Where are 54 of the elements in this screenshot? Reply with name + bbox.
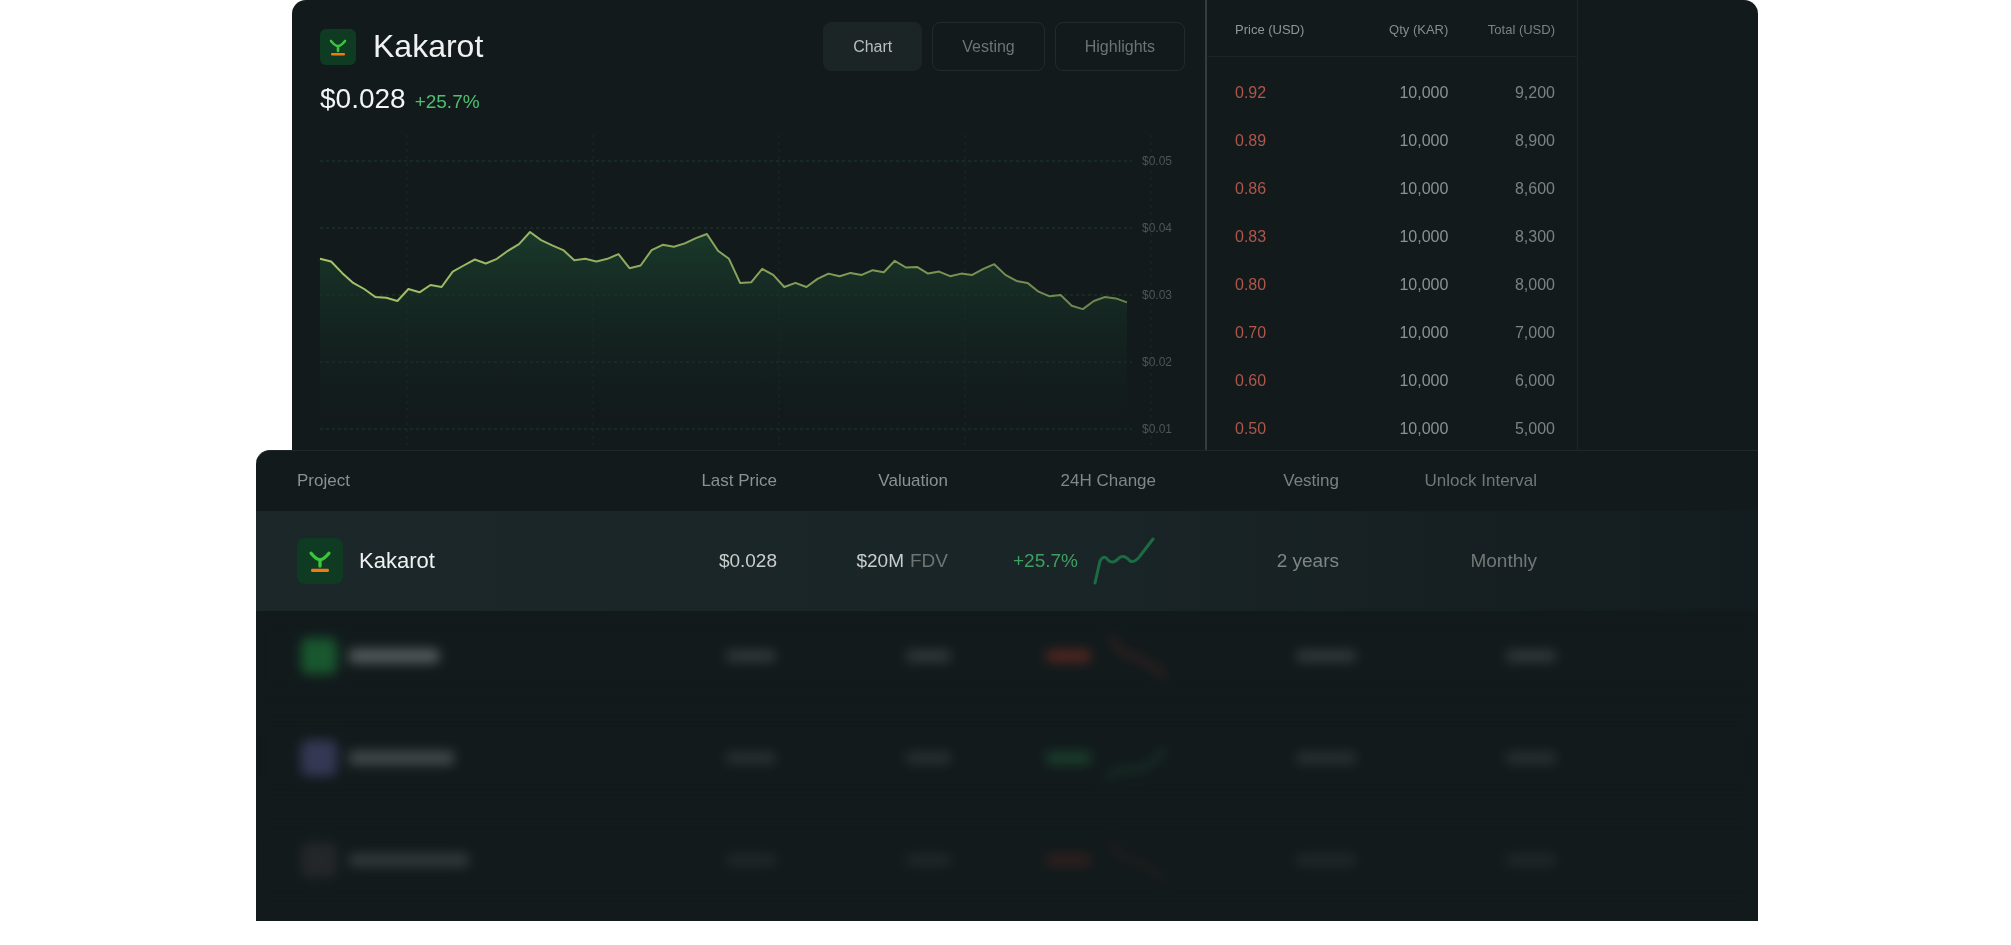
table-cell-text: 0.50 xyxy=(1235,420,1268,438)
axis-label: $0.01 xyxy=(1142,422,1173,436)
table-cell-text: 10,000 xyxy=(1398,132,1449,150)
table-cell-text: 0.92 xyxy=(1235,84,1268,102)
table-cell-text: 0.83 xyxy=(1235,228,1268,246)
table-cell-text: 8,300 xyxy=(1513,228,1555,246)
token-price: $0.028 xyxy=(320,83,406,115)
axis-label: $0.03 xyxy=(1142,288,1173,302)
table-cell-text: 10,000 xyxy=(1398,180,1449,198)
sprout-logo-icon xyxy=(297,538,343,584)
sparkline xyxy=(1092,536,1156,586)
table-cell: +25.7% xyxy=(1013,550,1078,572)
axis-label: $0.04 xyxy=(1142,221,1173,235)
table-cell-text: 7,000 xyxy=(1513,324,1555,342)
table-cell-text: 10,000 xyxy=(1398,228,1449,246)
price-change: +25.7% xyxy=(414,91,480,113)
column-header: Price (USD) xyxy=(1235,21,1306,37)
table-cell-text: 2 years xyxy=(1275,550,1339,572)
table-cell-text: 8,000 xyxy=(1513,276,1555,294)
table-cell-text: 0.80 xyxy=(1235,276,1268,294)
table-cell: FDV xyxy=(910,550,948,572)
table-cell: $20M xyxy=(856,550,904,572)
table-cell-text: 0.86 xyxy=(1235,180,1268,198)
column-header: Project xyxy=(297,471,351,491)
table-cell-text: Monthly xyxy=(1469,550,1537,572)
table-cell-text: 10,000 xyxy=(1398,276,1449,294)
column-header: Valuation xyxy=(877,471,948,491)
table-cell-text: 8,600 xyxy=(1513,180,1555,198)
table-cell-text: 0.70 xyxy=(1235,324,1268,342)
table-cell-text: 0.89 xyxy=(1235,132,1268,150)
table-cell-text: 5,000 xyxy=(1513,420,1555,438)
axis-label: $0.05 xyxy=(1142,154,1173,168)
table-cell-text: 10,000 xyxy=(1398,324,1449,342)
axis-label: $0.02 xyxy=(1142,355,1173,369)
column-header: Qty (KAR) xyxy=(1388,21,1449,37)
column-header: 24H Change xyxy=(1059,471,1156,491)
table-cell-text: $0.028 xyxy=(717,550,777,572)
tab[interactable]: Chart xyxy=(823,22,923,71)
token-name: Kakarot xyxy=(373,28,484,65)
table-cell-text: 10,000 xyxy=(1398,84,1449,102)
column-header: Last Price xyxy=(700,471,777,491)
table-cell-text: 6,000 xyxy=(1513,372,1555,390)
column-header: Unlock Interval xyxy=(1423,471,1537,491)
sprout-logo-icon xyxy=(320,28,356,65)
table-cell-text: 10,000 xyxy=(1398,420,1449,438)
column-header: Total (USD) xyxy=(1486,21,1555,37)
column-header: Vesting xyxy=(1282,471,1339,491)
project-name: Kakarot xyxy=(359,548,435,574)
tab[interactable]: Vesting xyxy=(932,22,1045,71)
table-cell-text: 9,200 xyxy=(1513,84,1555,102)
tab[interactable]: Highlights xyxy=(1054,22,1185,71)
table-cell-text: 0.60 xyxy=(1235,372,1268,390)
table-cell-text: 8,900 xyxy=(1513,132,1555,150)
table-cell-text: 10,000 xyxy=(1398,372,1449,390)
